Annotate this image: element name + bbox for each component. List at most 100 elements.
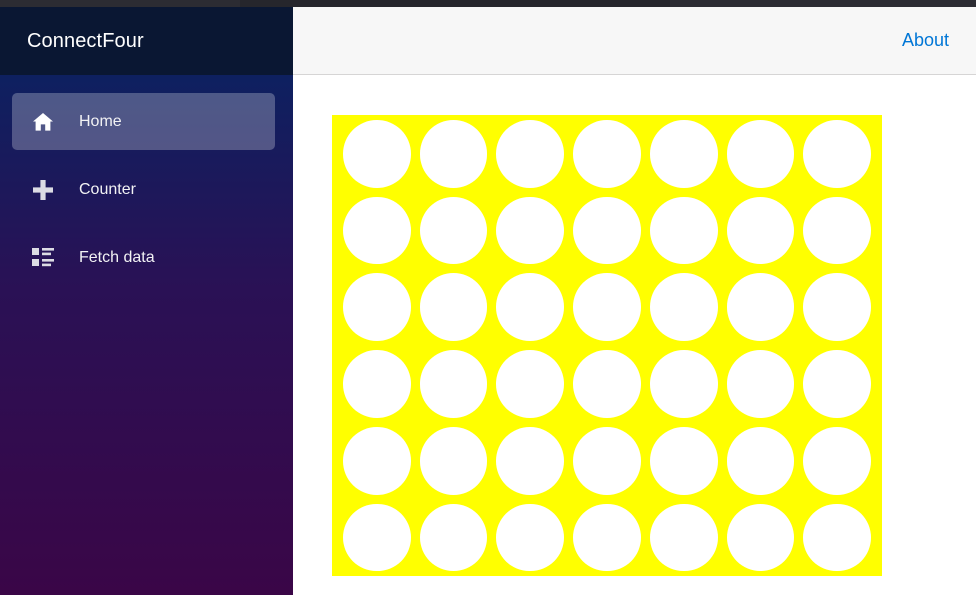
board-disc-empty <box>649 196 718 265</box>
board-disc-empty <box>419 350 488 418</box>
content-area <box>293 75 976 595</box>
board-cell[interactable] <box>726 120 795 188</box>
brand-header[interactable]: ConnectFour <box>0 7 293 75</box>
board-disc-empty <box>343 350 411 418</box>
board-cell[interactable] <box>726 350 795 418</box>
board-cell[interactable] <box>419 196 488 265</box>
board-disc-empty <box>726 503 795 572</box>
board-disc-empty <box>496 503 565 572</box>
sidebar-item-label-counter: Counter <box>79 180 136 198</box>
board-disc-empty <box>343 196 411 265</box>
board-cell[interactable] <box>726 196 795 265</box>
board-cell[interactable] <box>343 120 411 188</box>
board-cell[interactable] <box>496 426 565 495</box>
board-disc-empty <box>419 273 488 342</box>
board-cell[interactable] <box>573 503 641 572</box>
board-disc-empty <box>419 503 488 572</box>
board-cell[interactable] <box>419 503 488 572</box>
brand-title: ConnectFour <box>27 29 144 52</box>
board-cell[interactable] <box>496 120 565 188</box>
home-icon <box>32 109 62 135</box>
board-cell[interactable] <box>649 503 718 572</box>
app-shell: ConnectFour Home Counter Fetch data Abou… <box>0 7 976 595</box>
board-cell[interactable] <box>803 196 871 265</box>
board-cell[interactable] <box>573 196 641 265</box>
sidebar-item-counter[interactable]: Counter <box>12 161 275 218</box>
sidebar-nav: Home Counter Fetch data <box>0 75 293 286</box>
board-cell[interactable] <box>343 196 411 265</box>
board-disc-empty <box>726 196 795 265</box>
board-cell[interactable] <box>343 273 411 342</box>
board-cell[interactable] <box>343 426 411 495</box>
board-cell[interactable] <box>573 120 641 188</box>
board-cell[interactable] <box>419 120 488 188</box>
main-column: About <box>293 7 976 595</box>
board-cell[interactable] <box>343 350 411 418</box>
board-cell[interactable] <box>649 350 718 418</box>
board-disc-empty <box>803 350 871 418</box>
board-cell[interactable] <box>803 273 871 342</box>
board-cell[interactable] <box>573 350 641 418</box>
board-cell[interactable] <box>726 426 795 495</box>
board-cell[interactable] <box>649 196 718 265</box>
board-disc-empty <box>343 426 411 495</box>
board-cell[interactable] <box>803 350 871 418</box>
board-disc-empty <box>573 426 641 495</box>
board-cell[interactable] <box>419 273 488 342</box>
board-cell[interactable] <box>803 426 871 495</box>
browser-tab-strip <box>240 0 670 7</box>
top-header-bar: About <box>293 7 976 75</box>
board-disc-empty <box>803 120 871 188</box>
board-disc-empty <box>649 273 718 342</box>
board-cell[interactable] <box>803 503 871 572</box>
board-disc-empty <box>496 196 565 265</box>
board-disc-empty <box>573 273 641 342</box>
board-disc-empty <box>343 503 411 572</box>
board-disc-empty <box>496 350 565 418</box>
board-cell[interactable] <box>496 196 565 265</box>
list-rich-icon <box>32 245 62 271</box>
sidebar-item-label-home: Home <box>79 112 122 130</box>
board-cell[interactable] <box>343 503 411 572</box>
board-disc-empty <box>726 273 795 342</box>
board-cell[interactable] <box>419 350 488 418</box>
board-cell[interactable] <box>649 273 718 342</box>
board-cell[interactable] <box>803 120 871 188</box>
sidebar-item-label-fetch-data: Fetch data <box>79 248 155 266</box>
board-cell[interactable] <box>726 273 795 342</box>
board-disc-empty <box>419 426 488 495</box>
board-cell[interactable] <box>496 350 565 418</box>
board-disc-empty <box>343 120 411 188</box>
board-cell[interactable] <box>573 273 641 342</box>
board-disc-empty <box>419 120 488 188</box>
board-disc-empty <box>496 120 565 188</box>
board-disc-empty <box>803 196 871 265</box>
board-disc-empty <box>496 426 565 495</box>
about-link[interactable]: About <box>902 30 949 51</box>
board-disc-empty <box>649 120 718 188</box>
browser-chrome-strip <box>0 0 976 7</box>
board-cell[interactable] <box>496 273 565 342</box>
board-disc-empty <box>803 273 871 342</box>
board-disc-empty <box>726 350 795 418</box>
board-disc-empty <box>573 503 641 572</box>
board-cell[interactable] <box>649 426 718 495</box>
sidebar-item-home[interactable]: Home <box>12 93 275 150</box>
board-cell[interactable] <box>726 503 795 572</box>
board-cell[interactable] <box>496 503 565 572</box>
board-disc-empty <box>496 273 565 342</box>
board-cell[interactable] <box>573 426 641 495</box>
board-disc-empty <box>573 350 641 418</box>
board-disc-empty <box>649 350 718 418</box>
board-disc-empty <box>419 196 488 265</box>
plus-icon <box>32 177 62 203</box>
sidebar-item-fetch-data[interactable]: Fetch data <box>12 229 275 286</box>
board-disc-empty <box>649 426 718 495</box>
sidebar: ConnectFour Home Counter Fetch data <box>0 7 293 595</box>
board-cell[interactable] <box>419 426 488 495</box>
board-disc-empty <box>726 426 795 495</box>
board-cell[interactable] <box>649 120 718 188</box>
connect-four-board[interactable] <box>332 115 882 576</box>
board-disc-empty <box>573 120 641 188</box>
board-disc-empty <box>649 503 718 572</box>
